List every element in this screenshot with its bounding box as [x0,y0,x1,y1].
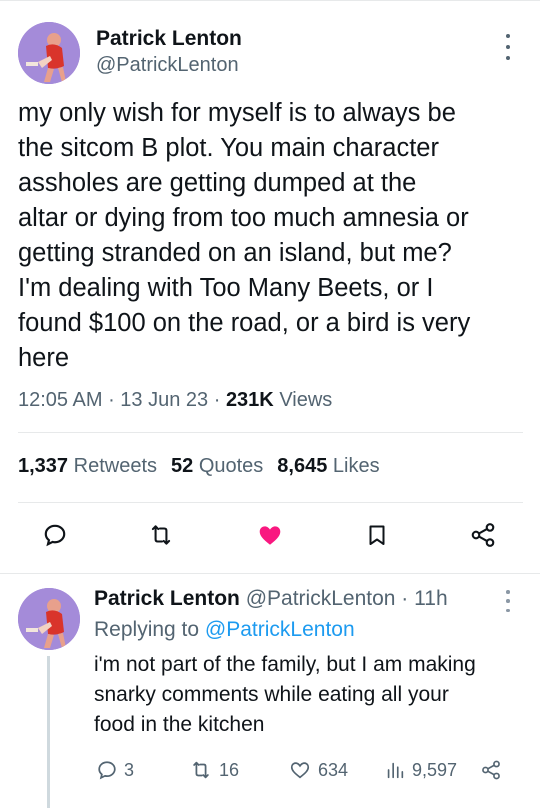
tweet-text-line: assholes are getting dumped at the [18,169,417,197]
author-avatar[interactable] [18,22,80,84]
reply-time[interactable]: 11h [414,587,447,610]
retweets-label: Retweets [73,455,157,477]
tweet-text-line: I'm dealing with Too Many Beets, or I [18,274,434,302]
reply-author-handle[interactable]: @PatrickLenton [246,587,396,610]
meta-separator: · [213,389,226,411]
reply-author-avatar[interactable] [18,588,80,650]
tweet-text-line: found $100 on the road, or a bird is ver… [18,309,471,337]
tweet-stats: 1,337 Retweets 52 Quotes 8,645 Likes [18,452,380,480]
share-icon [482,760,500,780]
tweet-date[interactable]: 13 Jun 23 [120,389,208,411]
tweet-text-line: altar or dying from too much amnesia or [18,204,469,232]
reply-count: 3 [124,759,135,780]
heart-icon [259,526,281,545]
retweets-count: 1,337 [18,455,69,477]
tweet-text-line: my only wish for myself is to always be [18,99,456,127]
meta-separator: · [108,389,121,411]
main-tweet: Patrick Lenton @PatrickLenton my only wi… [0,0,540,575]
reply-button[interactable] [40,520,70,550]
reply-actions: 3 16 634 9,597 [94,755,534,785]
tweet-meta: 12:05 AM · 13 Jun 23 · 231K Views [18,386,332,414]
retweet-icon [193,761,209,779]
tweet-actions [0,516,540,556]
reply-header: Patrick Lenton @PatrickLenton · 11h [94,586,448,612]
quotes-label: Quotes [198,455,264,477]
likes-stat[interactable]: 8,645 Likes [277,455,379,477]
views-icon [387,762,404,779]
reply-like-button[interactable]: 634 [288,755,348,785]
divider [18,502,523,503]
likes-count: 8,645 [277,455,328,477]
replying-prefix: Replying to [94,618,200,641]
reply-separator: · [401,587,409,610]
reply-icon [98,761,116,780]
tweet-text-line: here [18,344,70,372]
reply-retweet-button[interactable]: 16 [189,755,239,785]
replying-mention[interactable]: @PatrickLenton [205,618,355,641]
reply-icon [44,524,66,547]
reply-text: i'm not part of the family, but I am mak… [94,650,526,740]
replying-to: Replying to @PatrickLenton [94,617,355,643]
bookmark-button[interactable] [362,520,392,550]
heart-icon [290,762,310,779]
reply-text-line: i'm not part of the family, but I am mak… [94,653,476,676]
views-count: 231K [225,389,274,411]
more-options-icon[interactable] [498,34,518,60]
quotes-count: 52 [171,455,194,477]
thread-line [47,656,50,808]
avatar-image [18,22,80,84]
like-button[interactable] [255,520,285,550]
views-count: 9,597 [412,759,458,780]
reply-reply-button[interactable]: 3 [96,755,134,785]
share-button[interactable] [468,520,498,550]
reply-text-line: food in the kitchen [94,713,265,736]
tweet-text-line: getting stranded on an island, but me? [18,239,452,267]
reply-text-line: snarky comments while eating all your [94,683,449,706]
author-name[interactable]: Patrick Lenton [96,26,242,52]
reply-views-button[interactable]: 9,597 [384,755,457,785]
retweet-count: 16 [219,759,240,780]
retweets-stat[interactable]: 1,337 Retweets [18,455,157,477]
retweet-icon [151,525,171,545]
author-handle[interactable]: @PatrickLenton [96,52,242,78]
tweet-text-line: the sitcom B plot. You main character [18,134,439,162]
reply-author-name[interactable]: Patrick Lenton [94,587,240,610]
reply-share-button[interactable] [480,755,502,785]
tweet-divider [0,573,540,574]
avatar-image [18,588,80,650]
tweet-time[interactable]: 12:05 AM [18,389,103,411]
reply-more-options-icon[interactable] [498,590,518,612]
like-count: 634 [318,759,349,780]
share-icon [471,523,495,547]
likes-label: Likes [332,455,380,477]
quotes-stat[interactable]: 52 Quotes [171,455,263,477]
author-block[interactable]: Patrick Lenton @PatrickLenton [96,26,242,78]
bookmark-icon [369,525,385,545]
divider [18,432,523,433]
retweet-button[interactable] [146,520,176,550]
tweet-text: my only wish for myself is to always be … [18,96,526,376]
views-label: Views [279,389,333,411]
